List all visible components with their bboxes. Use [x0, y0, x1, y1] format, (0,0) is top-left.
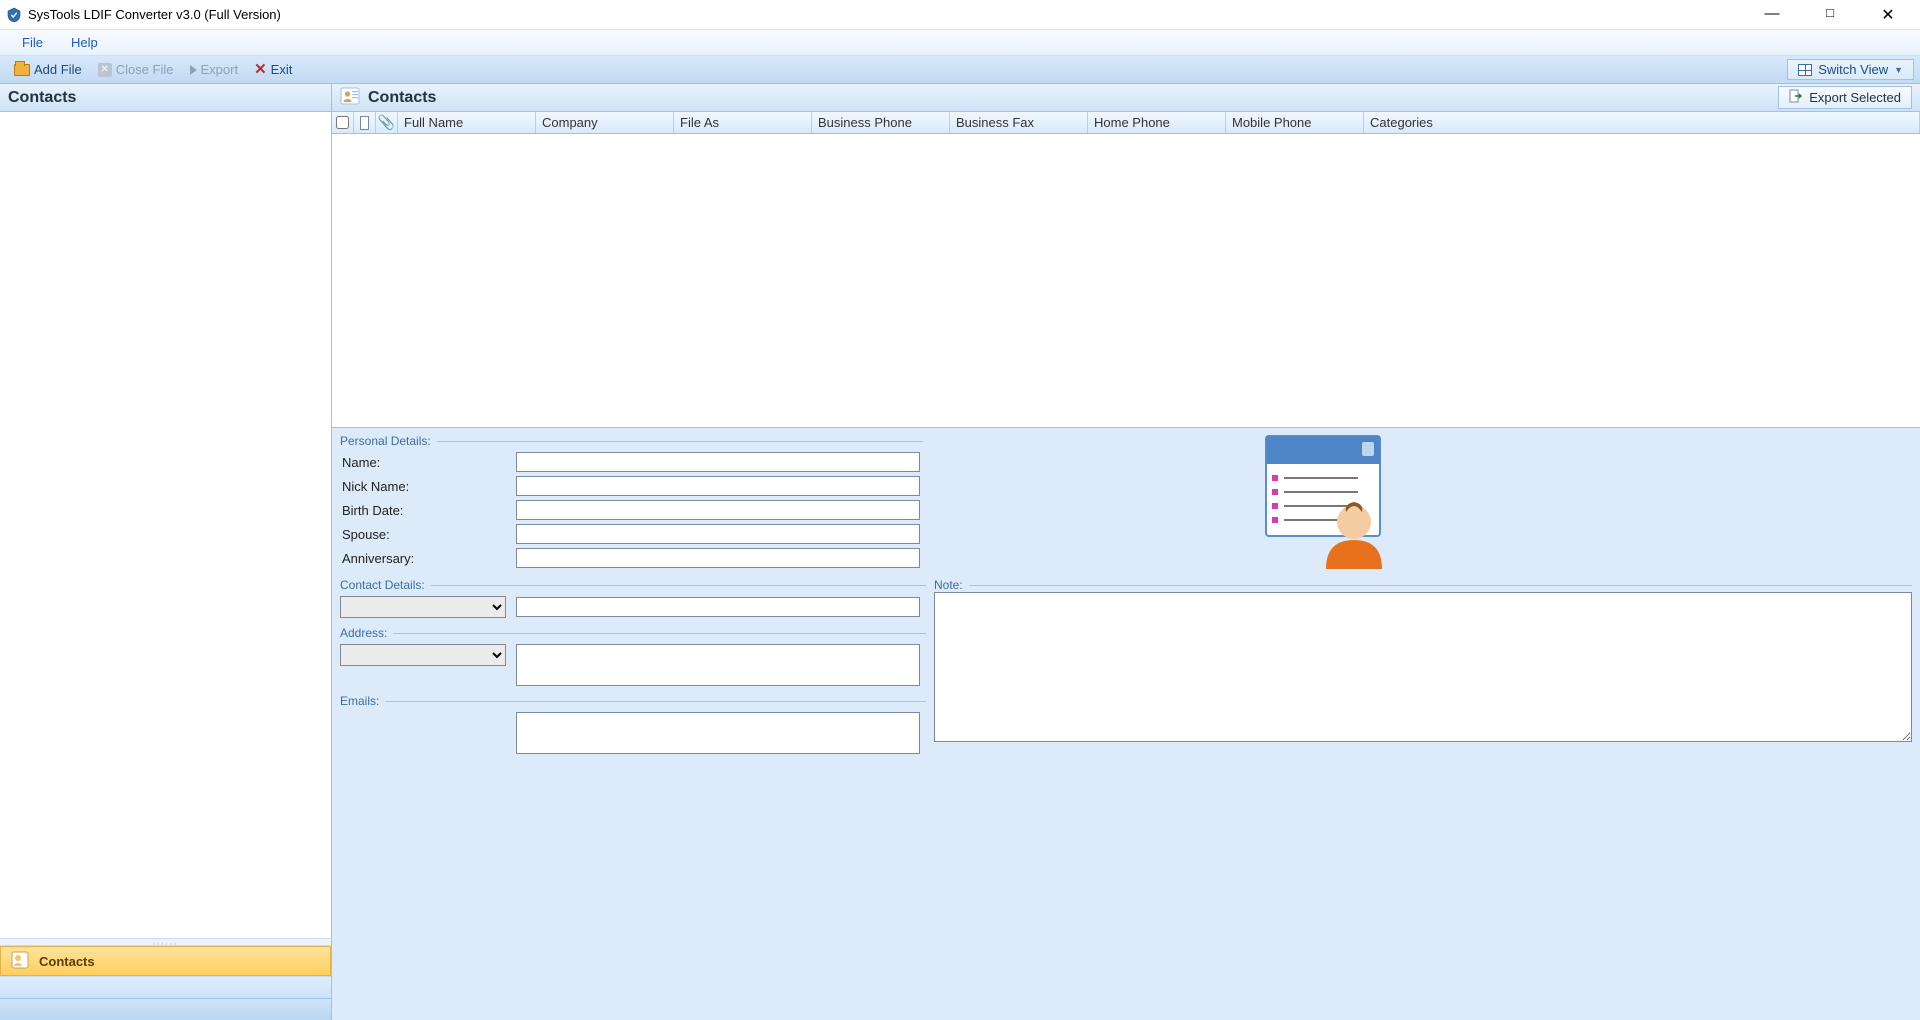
col-mobile-phone[interactable]: Mobile Phone — [1226, 112, 1364, 133]
group-address: Address: — [340, 626, 387, 640]
grid-icon — [1798, 64, 1812, 76]
grid-body[interactable] — [332, 134, 1920, 428]
close-file-icon: ✕ — [98, 63, 112, 77]
nav-contacts-label: Contacts — [39, 954, 95, 969]
group-emails: Emails: — [340, 694, 379, 708]
input-spouse[interactable] — [516, 524, 920, 544]
window-title: SysTools LDIF Converter v3.0 (Full Versi… — [28, 7, 281, 22]
folder-tree[interactable] — [0, 112, 331, 938]
menu-bar: File Help — [0, 30, 1920, 56]
exit-label: Exit — [271, 62, 293, 77]
export-button[interactable]: Export — [182, 60, 247, 79]
contacts-header-icon — [340, 86, 360, 109]
select-all-checkbox-cell[interactable] — [332, 112, 354, 133]
left-panel: Contacts ∙∙∙∙∙∙ Contacts — [0, 84, 332, 1020]
close-button[interactable]: ✕ — [1868, 5, 1908, 25]
add-file-label: Add File — [34, 62, 82, 77]
col-business-fax[interactable]: Business Fax — [950, 112, 1088, 133]
col-business-phone[interactable]: Business Phone — [812, 112, 950, 133]
label-birth-date: Birth Date: — [340, 503, 516, 518]
export-selected-button[interactable]: Export Selected — [1778, 86, 1912, 109]
export-selected-icon — [1789, 89, 1803, 106]
export-icon — [190, 65, 197, 75]
input-note[interactable] — [934, 592, 1912, 742]
add-file-button[interactable]: Add File — [6, 60, 90, 79]
exit-icon: ✕ — [254, 62, 267, 77]
group-note: Note: — [934, 578, 963, 592]
switch-view-label: Switch View — [1818, 62, 1888, 77]
col-home-phone[interactable]: Home Phone — [1088, 112, 1226, 133]
group-personal-details: Personal Details: — [340, 434, 431, 448]
input-nick-name[interactable] — [516, 476, 920, 496]
menu-help[interactable]: Help — [57, 31, 112, 54]
input-birth-date[interactable] — [516, 500, 920, 520]
nav-empty-row — [0, 976, 331, 998]
close-file-label: Close File — [116, 62, 174, 77]
export-label: Export — [201, 62, 239, 77]
nav-bottom-row — [0, 998, 331, 1020]
select-contact-type[interactable] — [340, 596, 506, 618]
select-address-type[interactable] — [340, 644, 506, 666]
col-file-as[interactable]: File As — [674, 112, 812, 133]
col-full-name[interactable]: Full Name — [398, 112, 536, 133]
col-company[interactable]: Company — [536, 112, 674, 133]
group-contact-details: Contact Details: — [340, 578, 425, 592]
maximize-button[interactable]: □ — [1810, 5, 1850, 25]
switch-view-button[interactable]: Switch View ▼ — [1787, 59, 1914, 80]
right-panel: Contacts Export Selected 📎 Full Name Com… — [332, 84, 1920, 1020]
paperclip-icon: 📎 — [378, 114, 395, 131]
folder-open-icon — [14, 64, 30, 76]
contact-card-illustration — [1262, 434, 1392, 569]
minimize-button[interactable]: ― — [1752, 5, 1792, 25]
menu-file[interactable]: File — [8, 31, 57, 54]
export-selected-label: Export Selected — [1809, 90, 1901, 105]
title-bar: SysTools LDIF Converter v3.0 (Full Versi… — [0, 0, 1920, 30]
col-attachment-icon[interactable]: 📎 — [376, 112, 398, 133]
grid-column-header: 📎 Full Name Company File As Business Pho… — [332, 112, 1920, 134]
close-file-button[interactable]: ✕ Close File — [90, 60, 182, 79]
contacts-icon — [11, 951, 29, 972]
label-spouse: Spouse: — [340, 527, 516, 542]
input-anniversary[interactable] — [516, 548, 920, 568]
input-address-value[interactable] — [516, 644, 920, 686]
select-all-checkbox[interactable] — [336, 116, 349, 129]
input-email-value[interactable] — [516, 712, 920, 754]
exit-button[interactable]: ✕ Exit — [246, 60, 300, 79]
col-doc-icon[interactable] — [354, 112, 376, 133]
input-name[interactable] — [516, 452, 920, 472]
label-name: Name: — [340, 455, 516, 470]
label-nick-name: Nick Name: — [340, 479, 516, 494]
chevron-down-icon: ▼ — [1894, 65, 1903, 75]
right-panel-title: Contacts — [368, 89, 436, 107]
app-icon — [6, 7, 22, 23]
col-categories[interactable]: Categories — [1364, 112, 1920, 133]
left-panel-header: Contacts — [0, 84, 331, 112]
right-panel-header: Contacts Export Selected — [332, 84, 1920, 112]
toolbar: Add File ✕ Close File Export ✕ Exit Swit… — [0, 56, 1920, 84]
nav-contacts[interactable]: Contacts — [0, 946, 331, 976]
document-icon — [360, 116, 369, 130]
details-pane: Personal Details: Name: Nick Name: Birth… — [332, 428, 1920, 1020]
label-anniversary: Anniversary: — [340, 551, 516, 566]
splitter-handle[interactable]: ∙∙∙∙∙∙ — [0, 938, 331, 946]
input-contact-value[interactable] — [516, 597, 920, 617]
